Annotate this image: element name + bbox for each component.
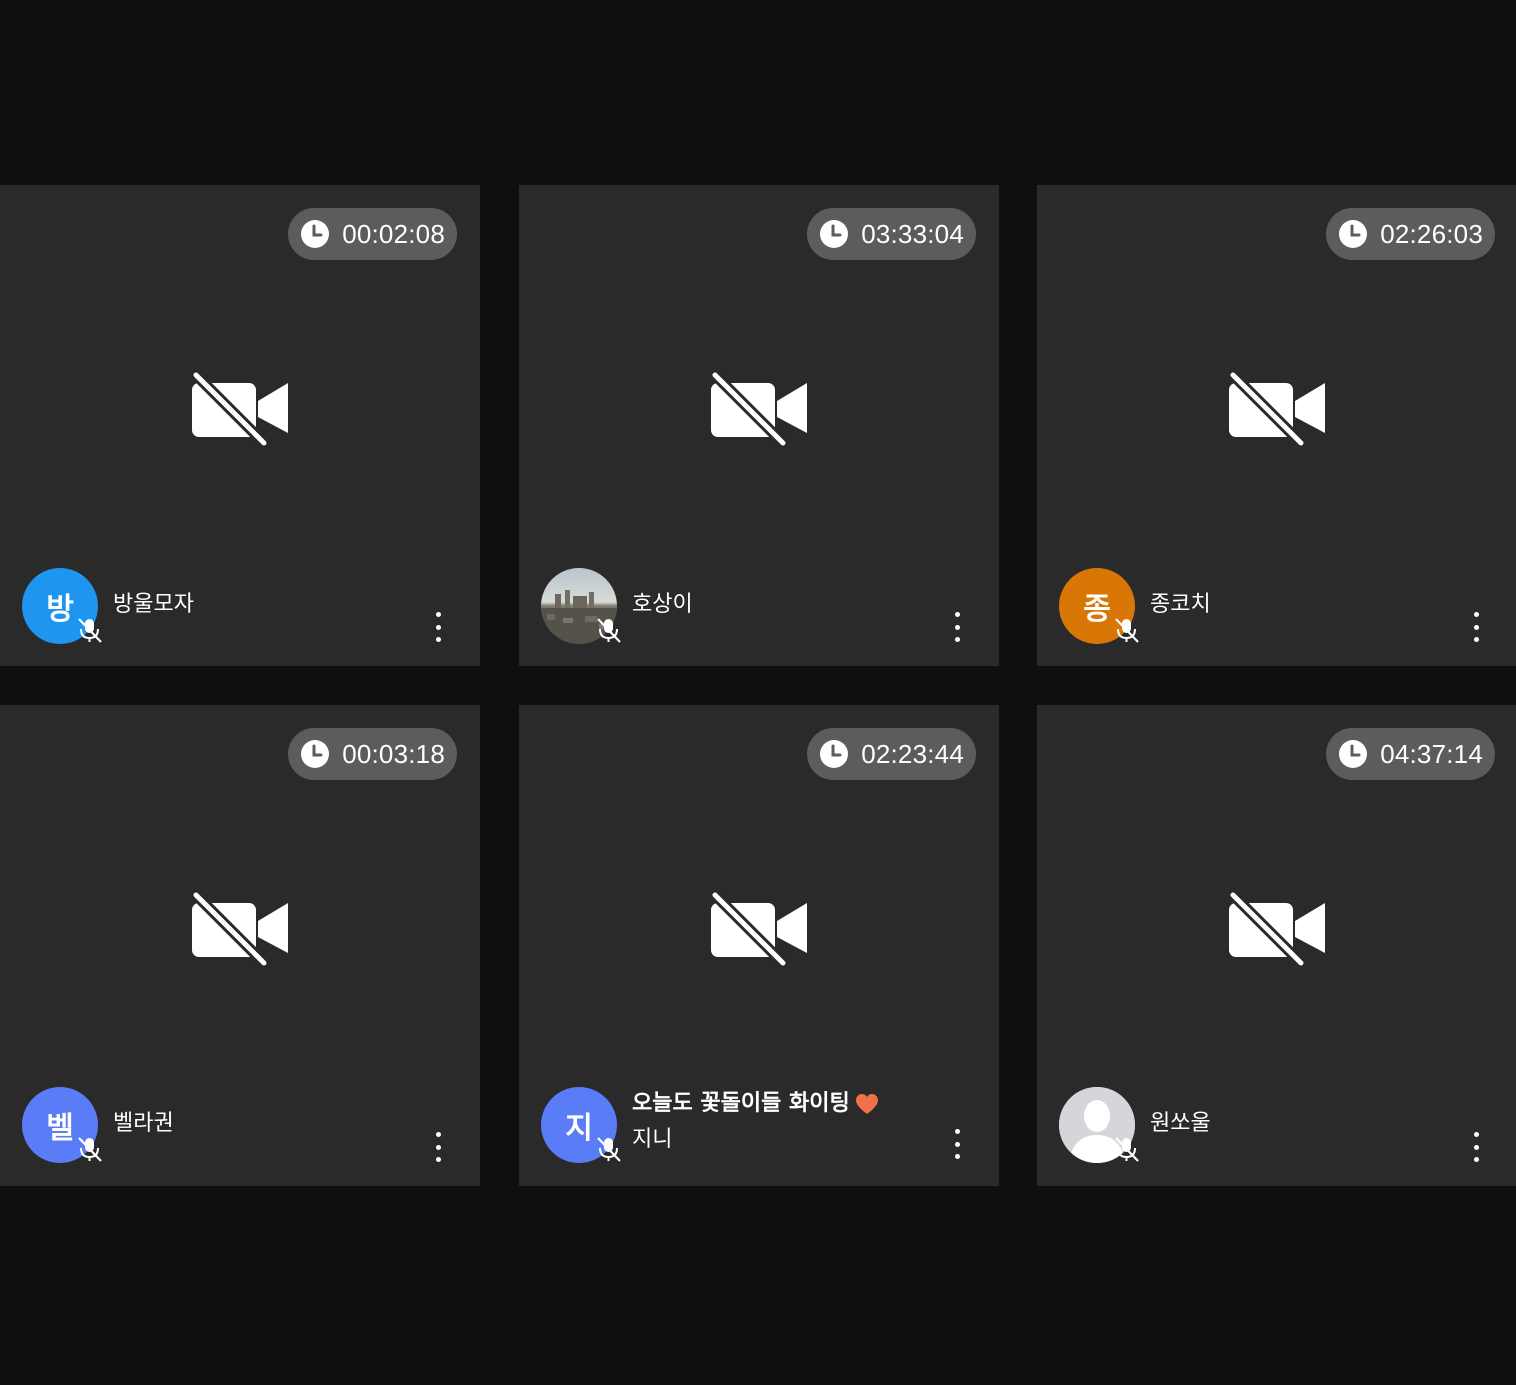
call-timer: 00:03:18: [288, 728, 457, 780]
call-timer: 03:33:04: [807, 208, 976, 260]
clock-icon: [820, 220, 849, 248]
participant-tile[interactable]: 00:03:18 벨 벨라권: [0, 705, 480, 1186]
avatar: 지: [541, 1087, 621, 1163]
avatar-initial: 방: [46, 592, 74, 627]
timer-text: 04:37:14: [1380, 739, 1483, 769]
clock-icon: [820, 740, 849, 768]
more-icon: [435, 612, 441, 617]
participant-grid: 00:02:08 방 방울모자 03:33:04 호상이 02:26:03 종 …: [0, 0, 1516, 1385]
participant-tile[interactable]: 03:33:04 호상이: [519, 185, 999, 666]
participant-tile[interactable]: 04:37:14 원쏘울: [1037, 705, 1516, 1186]
more-options-button[interactable]: [1464, 1132, 1488, 1162]
avatar: [541, 568, 621, 644]
timer-text: 02:26:03: [1380, 219, 1483, 249]
participant-tile[interactable]: 00:02:08 방 방울모자: [0, 185, 480, 666]
camera-off-icon: [190, 370, 288, 447]
more-options-button[interactable]: [945, 1129, 969, 1159]
participant-name: 방울모자: [113, 592, 194, 617]
heart-icon: [855, 1094, 878, 1114]
status-message: 오늘도 꽃돌이들 화이팅: [632, 1093, 879, 1115]
mic-off-icon: [1115, 1137, 1139, 1162]
avatar: 방: [22, 568, 102, 644]
call-timer: 00:02:08: [288, 208, 457, 260]
call-timer: 02:23:44: [807, 728, 976, 780]
clock-icon: [301, 220, 330, 248]
status-text: 오늘도 꽃돌이들 화이팅: [632, 1091, 850, 1116]
more-icon: [954, 612, 960, 617]
timer-text: 00:03:18: [342, 739, 445, 769]
mic-off-icon: [78, 1137, 102, 1162]
camera-off-icon: [709, 890, 807, 967]
timer-text: 02:23:44: [861, 739, 964, 769]
call-timer: 02:26:03: [1326, 208, 1495, 260]
avatar-initial: 벨: [46, 1111, 74, 1146]
avatar: 종: [1059, 568, 1139, 644]
participant-tile[interactable]: 02:26:03 종 종코치: [1037, 185, 1516, 666]
mic-off-icon: [597, 618, 621, 643]
mic-off-icon: [1115, 618, 1139, 643]
more-icon: [435, 1132, 441, 1137]
more-icon: [1473, 612, 1479, 617]
call-timer: 04:37:14: [1326, 728, 1495, 780]
camera-off-icon: [709, 370, 807, 447]
avatar: [1059, 1087, 1139, 1163]
avatar-initial: 종: [1083, 592, 1111, 627]
clock-icon: [301, 740, 330, 768]
timer-text: 03:33:04: [861, 219, 964, 249]
more-icon: [1473, 1132, 1479, 1137]
more-options-button[interactable]: [945, 612, 969, 642]
more-icon: [954, 1129, 960, 1134]
mic-off-icon: [597, 1137, 621, 1162]
participant-name: 원쏘울: [1150, 1111, 1211, 1136]
more-options-button[interactable]: [426, 612, 450, 642]
participant-name: 종코치: [1150, 592, 1211, 617]
participant-name: 호상이: [632, 592, 693, 617]
more-options-button[interactable]: [1464, 612, 1488, 642]
clock-icon: [1339, 220, 1368, 248]
participant-tile[interactable]: 02:23:44 지 오늘도 꽃돌이들 화이팅 지니: [519, 705, 999, 1186]
avatar: 벨: [22, 1087, 102, 1163]
avatar-initial: 지: [565, 1111, 593, 1146]
clock-icon: [1339, 740, 1368, 768]
participant-name: 지니: [632, 1127, 673, 1152]
more-options-button[interactable]: [426, 1132, 450, 1162]
camera-off-icon: [1227, 370, 1325, 447]
participant-name: 벨라권: [113, 1111, 174, 1136]
camera-off-icon: [190, 890, 288, 967]
mic-off-icon: [78, 618, 102, 643]
timer-text: 00:02:08: [342, 219, 445, 249]
camera-off-icon: [1227, 890, 1325, 967]
